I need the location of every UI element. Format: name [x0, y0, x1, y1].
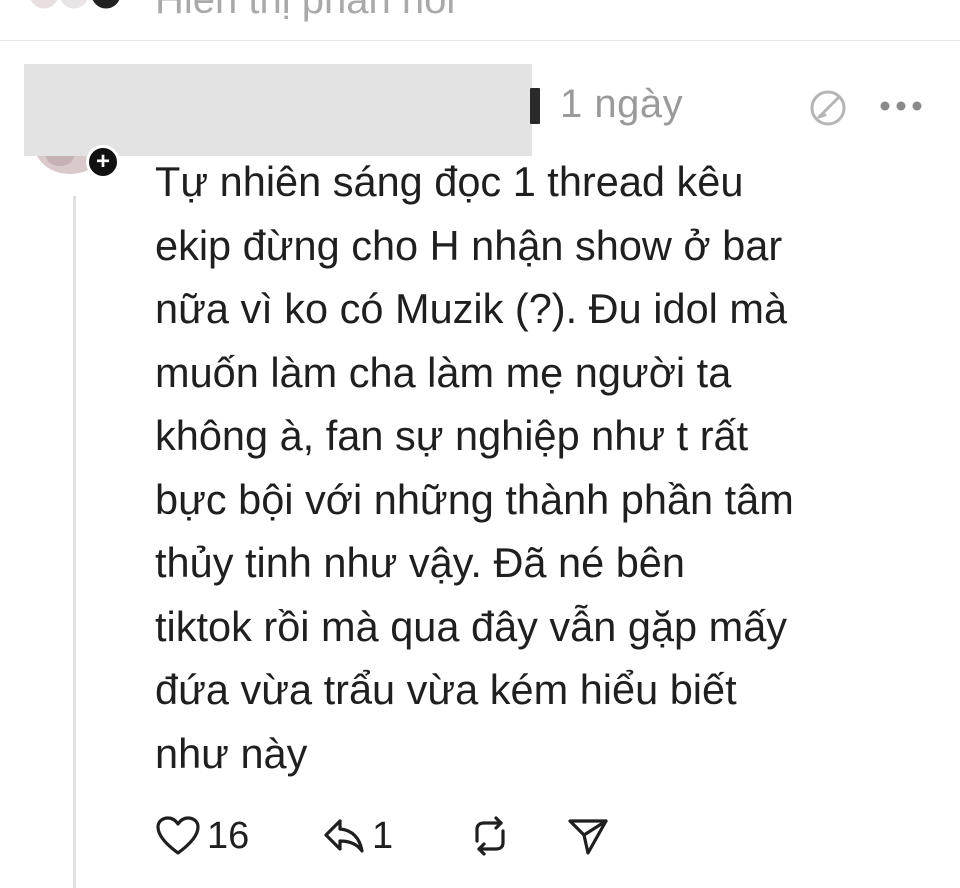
redacted-username — [24, 64, 532, 156]
share-button[interactable] — [565, 812, 611, 860]
username-fragment — [530, 88, 540, 124]
thread-line — [73, 196, 76, 888]
plus-icon[interactable]: + — [86, 145, 120, 179]
show-replies-label[interactable]: Hiển thị phản hồi — [155, 0, 455, 23]
divider — [0, 40, 960, 41]
reply-button[interactable]: 1 — [320, 812, 393, 860]
reply-icon — [324, 819, 364, 853]
more-icon[interactable] — [878, 96, 924, 116]
like-button[interactable]: 16 — [155, 812, 249, 860]
heart-icon — [156, 816, 200, 855]
reply-avatars-icon — [27, 0, 123, 12]
post-text: Tự nhiên sáng đọc 1 thread kêu ekip đừng… — [155, 158, 794, 777]
show-replies-row[interactable]: Hiển thị phản hồi — [0, 0, 960, 40]
repost-icon — [475, 816, 505, 856]
post-actions: 16 1 — [155, 812, 655, 860]
post-time: 1 ngày — [560, 82, 684, 126]
reply-count: 1 — [372, 814, 394, 857]
like-count: 16 — [207, 814, 250, 857]
edit-icon[interactable] — [806, 88, 850, 128]
share-icon — [568, 819, 608, 855]
repost-button[interactable] — [467, 812, 513, 860]
